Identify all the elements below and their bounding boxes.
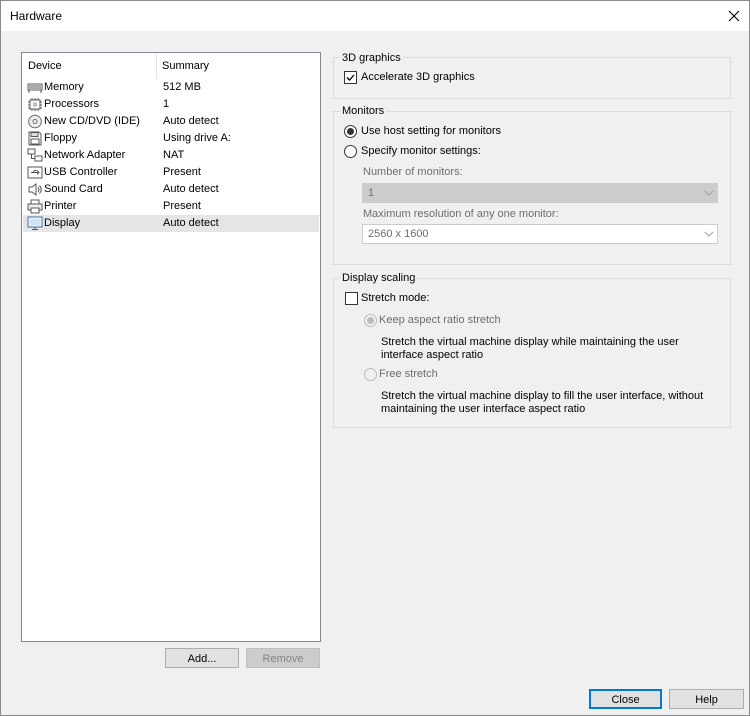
device-summary: Present: [163, 200, 201, 212]
cd-dvd-icon: [28, 114, 42, 129]
checkmark-icon: [346, 74, 355, 81]
chevron-down-icon: [704, 231, 714, 237]
device-row-display[interactable]: Display Auto detect: [23, 215, 319, 232]
column-header-device[interactable]: Device: [28, 53, 62, 79]
free-stretch-desc-line: Stretch the virtual machine display to f…: [381, 390, 704, 402]
device-name: Network Adapter: [44, 149, 126, 161]
device-row-floppy[interactable]: Floppy Using drive A:: [23, 130, 319, 147]
number-of-monitors-value: 1: [368, 187, 375, 199]
keep-aspect-ratio-radio[interactable]: [364, 314, 377, 327]
hardware-dialog: Hardware Device Summary Memory 512 MB Pr…: [0, 0, 750, 716]
group-label-3d-graphics: 3D graphics: [340, 52, 403, 65]
display-icon: [27, 216, 43, 230]
close-button[interactable]: Close: [589, 689, 662, 709]
speaker-icon: [28, 183, 42, 196]
title-bar: Hardware: [1, 1, 749, 31]
processor-icon: [28, 98, 42, 111]
number-of-monitors-label: Number of monitors:: [363, 166, 463, 178]
device-summary: Auto detect: [163, 115, 219, 127]
max-resolution-label: Maximum resolution of any one monitor:: [363, 208, 559, 220]
close-icon: [728, 10, 740, 22]
number-of-monitors-select[interactable]: 1: [362, 183, 718, 203]
use-host-monitors-radio[interactable]: [344, 125, 357, 138]
free-stretch-radio[interactable]: [364, 368, 377, 381]
device-name: Printer: [44, 200, 77, 212]
free-stretch-description: Stretch the virtual machine display to f…: [381, 390, 703, 416]
device-row-usb-controller[interactable]: USB Controller Present: [23, 164, 319, 181]
device-name: Processors: [44, 98, 100, 110]
printer-icon: [27, 199, 43, 214]
device-name: Display: [44, 217, 81, 229]
column-header-summary[interactable]: Summary: [162, 53, 209, 79]
device-name: New CD/DVD (IDE): [44, 115, 140, 127]
accelerate-3d-label[interactable]: Accelerate 3D graphics: [361, 71, 475, 83]
specify-monitors-radio[interactable]: [344, 145, 357, 158]
device-name: USB Controller: [44, 166, 118, 178]
group-label-monitors: Monitors: [340, 105, 387, 118]
device-row-printer[interactable]: Printer Present: [23, 198, 319, 215]
window-close-button[interactable]: [719, 1, 749, 31]
use-host-monitors-label[interactable]: Use host setting for monitors: [361, 125, 501, 137]
device-row-cd-dvd[interactable]: New CD/DVD (IDE) Auto detect: [23, 113, 319, 130]
keep-aspect-ratio-label[interactable]: Keep aspect ratio stretch: [379, 314, 501, 326]
keep-aspect-desc-line: interface aspect ratio: [381, 349, 484, 361]
help-button[interactable]: Help: [669, 689, 744, 709]
device-row-memory[interactable]: Memory 512 MB: [23, 79, 319, 96]
stretch-mode-checkbox[interactable]: [345, 292, 358, 305]
device-summary: Using drive A:: [163, 132, 231, 144]
accelerate-3d-checkbox[interactable]: [344, 71, 357, 84]
group-label-display-scaling: Display scaling: [340, 272, 418, 285]
keep-aspect-ratio-description: Stretch the virtual machine display whil…: [381, 336, 679, 362]
floppy-icon: [28, 131, 42, 146]
free-stretch-label[interactable]: Free stretch: [379, 368, 438, 380]
device-name: Floppy: [44, 132, 78, 144]
column-divider[interactable]: [156, 53, 157, 79]
keep-aspect-desc-line: Stretch the virtual machine display whil…: [381, 336, 679, 348]
device-name: Memory: [44, 81, 84, 93]
device-summary: Auto detect: [163, 217, 219, 229]
device-row-sound-card[interactable]: Sound Card Auto detect: [23, 181, 319, 198]
device-summary: 512 MB: [163, 81, 201, 93]
device-row-processors[interactable]: Processors 1: [23, 96, 319, 113]
remove-device-button[interactable]: Remove: [246, 648, 320, 668]
device-summary: Present: [163, 166, 201, 178]
device-row-network-adapter[interactable]: Network Adapter NAT: [23, 147, 319, 164]
device-summary: Auto detect: [163, 183, 219, 195]
free-stretch-desc-line: maintaining the user interface aspect ra…: [381, 403, 586, 415]
memory-icon: [27, 83, 43, 93]
device-name: Sound Card: [44, 183, 103, 195]
add-device-button[interactable]: Add...: [165, 648, 239, 668]
network-adapter-icon: [27, 148, 43, 162]
stretch-mode-label[interactable]: Stretch mode:: [361, 292, 429, 304]
device-summary: NAT: [163, 149, 185, 161]
chevron-down-icon: [704, 190, 714, 196]
window-title: Hardware: [10, 9, 63, 23]
max-resolution-value: 2560 x 1600: [368, 228, 429, 240]
max-resolution-select[interactable]: 2560 x 1600: [362, 224, 718, 244]
device-summary: 1: [163, 98, 170, 110]
device-list: Device Summary Memory 512 MB Processors …: [21, 52, 321, 642]
specify-monitors-label[interactable]: Specify monitor settings:: [361, 145, 481, 157]
usb-icon: [27, 166, 43, 179]
